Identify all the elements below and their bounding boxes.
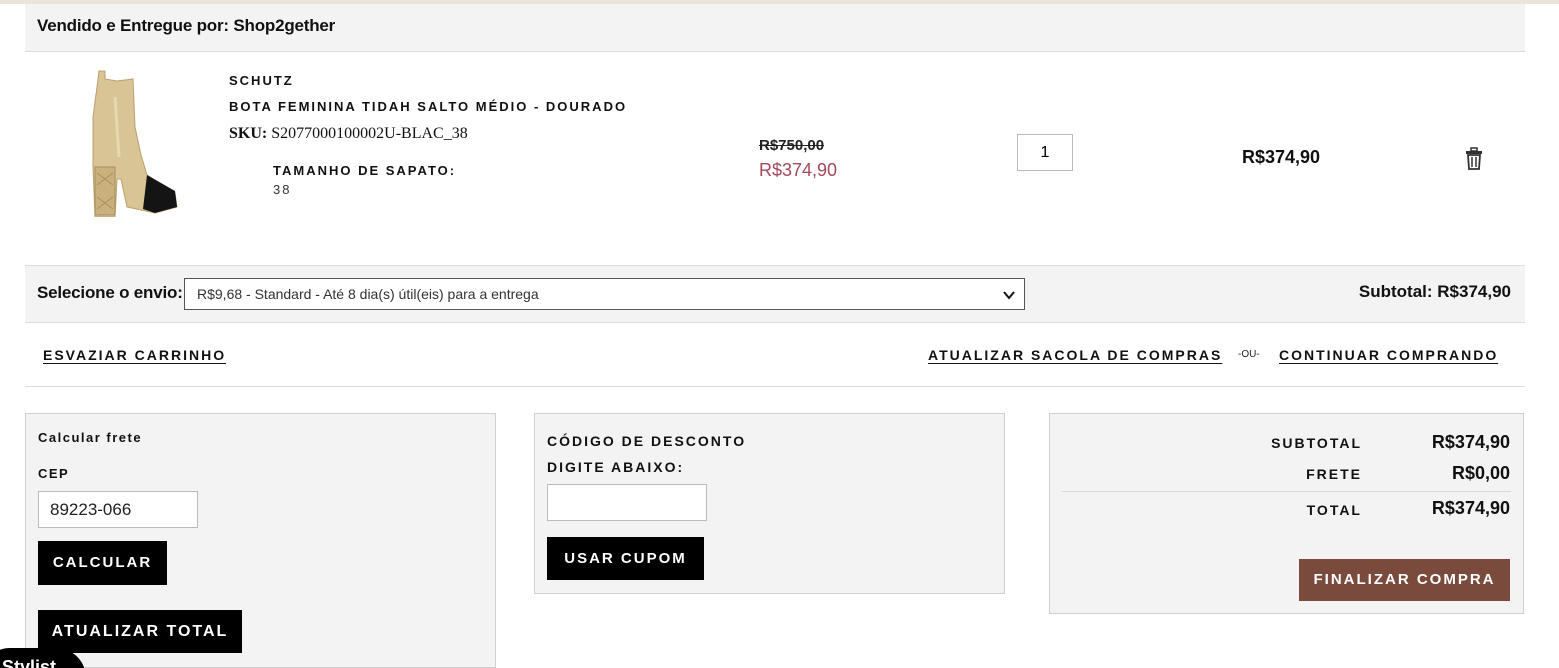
sale-price: R$374,90 [759,160,838,180]
chevron-down-icon [1003,291,1015,300]
empty-cart-link[interactable]: ESVAZIAR CARRINHO [43,347,226,363]
apply-coupon-button[interactable]: USAR CUPOM [547,537,704,580]
size-value: 38 [273,182,292,197]
shipping-method-select[interactable]: R$9,68 - Standard - Até 8 dia(s) útil(ei… [184,278,1025,310]
seller-header: Vendido e Entregue por: Shop2gether [25,4,1525,52]
seller-label: Vendido e Entregue por: Shop2gether [37,16,336,35]
cep-label: CEP [38,466,70,481]
update-bag-link[interactable]: ATUALIZAR SACOLA DE COMPRAS [928,347,1222,363]
discount-code-panel: CÓDIGO DE DESCONTO DIGITE ABAIXO: USAR C… [534,413,1005,594]
line-total: R$374,90 [1242,147,1321,167]
size-label: TAMANHO DE SAPATO: [273,163,457,178]
summary-total-label: TOTAL [1306,502,1362,518]
product-boot-image[interactable] [55,67,180,217]
order-summary-panel: SUBTOTAL R$374,90 FRETE R$0,00 TOTAL R$3… [1049,413,1524,614]
summary-divider [1062,491,1511,492]
product-name[interactable]: BOTA FEMININA TIDAH SALTO MÉDIO - DOURAD… [229,99,627,114]
trash-icon[interactable] [1464,147,1484,171]
checkout-button[interactable]: FINALIZAR COMPRA [1299,559,1510,601]
continue-shopping-link[interactable]: CONTINUAR COMPRANDO [1279,347,1498,363]
shipping-subtotal: Subtotal: R$374,90 [1358,282,1511,301]
stylist-label: Stylist [2,657,57,668]
cep-input[interactable] [38,491,198,528]
quantity-input[interactable] [1017,134,1073,171]
product-sku: SKU: S2077000100002U-BLAC_38 [229,125,468,143]
freight-title: Calcular frete [38,430,143,445]
discount-subtitle: DIGITE ABAIXO: [547,459,685,475]
update-total-button[interactable]: ATUALIZAR TOTAL [38,610,242,653]
summary-total-value: R$374,90 [1431,498,1510,518]
original-price: R$750,00 [759,137,825,154]
cart-actions-row: ESVAZIAR CARRINHO ATUALIZAR SACOLA DE CO… [25,324,1525,387]
shipping-selected-option: R$9,68 - Standard - Até 8 dia(s) útil(ei… [197,286,539,302]
freight-calculator-panel: Calcular frete CEP CALCULAR ATUALIZAR TO… [25,413,496,668]
or-separator: -OU- [1238,349,1260,360]
summary-freight-value: R$0,00 [1451,463,1510,483]
discount-code-input[interactable] [547,484,707,521]
shipping-label: Selecione o envio: [37,283,183,302]
product-brand: SCHUTZ [229,73,294,88]
discount-title: CÓDIGO DE DESCONTO [547,433,747,449]
shipping-selection-bar: Selecione o envio: R$9,68 - Standard - A… [25,265,1525,323]
calculate-button[interactable]: CALCULAR [38,541,167,585]
summary-freight-label: FRETE [1306,466,1362,482]
cart-item-row: SCHUTZ BOTA FEMININA TIDAH SALTO MÉDIO -… [25,53,1525,265]
summary-subtotal-value: R$374,90 [1431,432,1510,452]
sku-label: SKU: [229,125,268,142]
sku-value: S2077000100002U-BLAC_38 [271,125,468,142]
summary-subtotal-label: SUBTOTAL [1271,435,1362,451]
